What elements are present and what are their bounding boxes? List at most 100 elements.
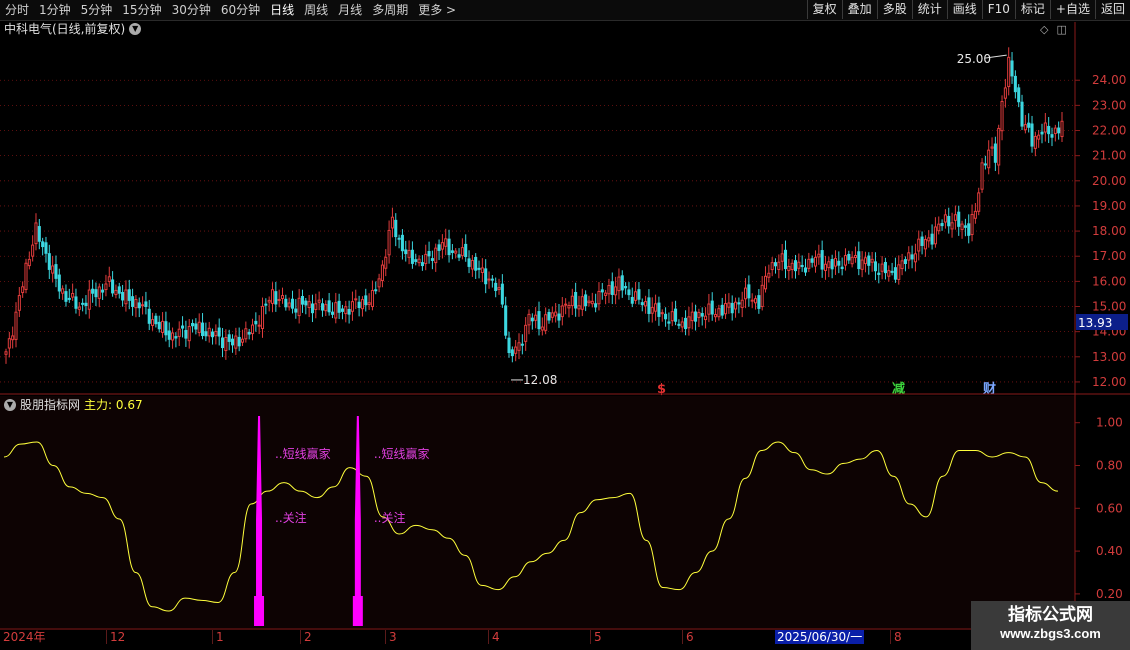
- chevron-down-icon[interactable]: ▼: [4, 399, 16, 411]
- candle-body: [87, 289, 91, 310]
- candle-body: [590, 300, 594, 305]
- toolbar-button-0[interactable]: 复权: [806, 0, 842, 19]
- candle-body: [770, 262, 774, 271]
- date-tick-label: 1: [212, 630, 224, 644]
- period-tab-9[interactable]: 多周期: [367, 0, 413, 20]
- price-tick-label: 24.00: [1092, 73, 1126, 87]
- candle-body: [31, 244, 35, 257]
- candle-body: [427, 251, 431, 257]
- candle-body: [827, 261, 831, 269]
- candle-body: [1057, 127, 1061, 134]
- candle-body: [257, 324, 261, 327]
- toolbar-button-6[interactable]: 标记: [1014, 0, 1050, 19]
- candle-body: [997, 127, 1001, 166]
- candle-body: [537, 311, 541, 330]
- indicator-tick-label: 0.40: [1096, 544, 1123, 558]
- candle-body: [1047, 125, 1051, 135]
- diamond-icon[interactable]: ◇: [1040, 23, 1048, 36]
- candle-body: [151, 319, 155, 326]
- candle-body: [360, 299, 364, 310]
- candle-body: [17, 295, 21, 311]
- candle-body: [220, 337, 225, 349]
- candle-body: [1000, 101, 1004, 132]
- candle-body: [337, 300, 341, 313]
- price-tick-label: 20.00: [1092, 174, 1126, 188]
- event-marker[interactable]: 减: [892, 381, 905, 397]
- candle-body: [870, 258, 874, 263]
- candle-body: [833, 257, 838, 267]
- toolbar-button-3[interactable]: 统计: [911, 0, 947, 19]
- candle-body: [161, 320, 165, 333]
- toolbar-button-5[interactable]: F10: [981, 0, 1015, 19]
- candle-body: [837, 260, 841, 266]
- candle-body: [617, 276, 621, 292]
- candle-body: [11, 335, 15, 341]
- candle-body: [740, 299, 744, 309]
- candle-body: [817, 253, 821, 258]
- candle-body: [114, 289, 118, 296]
- period-tab-4[interactable]: 30分钟: [167, 0, 216, 20]
- indicator-title[interactable]: ▼ 股朋指标网 主力: 0.67: [4, 398, 143, 412]
- candle-body: [184, 329, 188, 339]
- candle-body: [927, 237, 931, 242]
- candle-body: [930, 233, 934, 245]
- candle-body: [54, 264, 58, 279]
- candle-body: [570, 295, 574, 307]
- period-tab-3[interactable]: 15分钟: [117, 0, 166, 20]
- toolbar-button-7[interactable]: +自选: [1049, 0, 1095, 19]
- period-tab-8[interactable]: 月线: [333, 0, 367, 20]
- candle-body: [550, 312, 554, 318]
- date-tick-label: 8: [890, 630, 902, 644]
- candle-body: [767, 272, 771, 278]
- candle-body: [494, 282, 498, 291]
- candle-body: [1023, 124, 1027, 131]
- toolbar-button-1[interactable]: 叠加: [841, 0, 877, 19]
- price-tick-label: 12.00: [1092, 375, 1126, 389]
- candle-body: [584, 294, 588, 307]
- event-marker[interactable]: $: [657, 382, 666, 397]
- period-tab-5[interactable]: 60分钟: [216, 0, 265, 20]
- candle-body: [647, 297, 651, 314]
- candle-body: [207, 327, 211, 337]
- candle-body: [810, 258, 814, 263]
- candle-body: [4, 351, 8, 355]
- candle-body: [477, 267, 481, 270]
- date-tick-label: 2: [300, 630, 312, 644]
- candle-body: [664, 313, 668, 320]
- main-chart-title[interactable]: 中科电气(日线,前复权) ▼: [4, 22, 142, 36]
- toolbar-button-2[interactable]: 多股: [876, 0, 912, 19]
- candle-body: [134, 299, 138, 309]
- candle-body: [367, 302, 371, 306]
- candle-body: [310, 303, 315, 314]
- toolbar-button-8[interactable]: 返回: [1094, 0, 1130, 19]
- candle-body: [417, 258, 421, 264]
- layout-icon[interactable]: ◫: [1056, 23, 1066, 36]
- toolbar-button-4[interactable]: 画线: [946, 0, 982, 19]
- candle-body: [1037, 134, 1041, 140]
- candle-body: [171, 332, 175, 341]
- candle-body: [763, 275, 768, 290]
- indicator-bg: [0, 396, 1075, 628]
- candle-body: [420, 262, 424, 267]
- candle-body: [823, 263, 828, 271]
- candle-body: [347, 309, 351, 315]
- period-tab-7[interactable]: 周线: [299, 0, 333, 20]
- chevron-down-icon[interactable]: ▼: [129, 23, 142, 35]
- period-tab-1[interactable]: 1分钟: [34, 0, 76, 20]
- candle-body: [657, 302, 661, 317]
- period-tab-6[interactable]: 日线: [265, 0, 299, 20]
- toolbar-actions: 复权 叠加 多股 统计 画线 F10 标记 +自选 返回: [806, 0, 1130, 20]
- candle-body: [47, 253, 51, 270]
- candle-body: [697, 311, 701, 318]
- candle-body: [514, 346, 518, 354]
- event-marker[interactable]: 财: [983, 381, 996, 397]
- period-tab-10[interactable]: 更多 >: [413, 0, 461, 20]
- price-tick-label: 19.00: [1092, 199, 1126, 213]
- period-tab-0[interactable]: 分时: [0, 0, 34, 20]
- candle-body: [720, 304, 724, 316]
- period-tab-2[interactable]: 5分钟: [76, 0, 118, 20]
- candle-body: [197, 321, 201, 334]
- candle-body: [680, 321, 684, 328]
- candle-body: [793, 260, 798, 272]
- candle-body: [650, 306, 654, 314]
